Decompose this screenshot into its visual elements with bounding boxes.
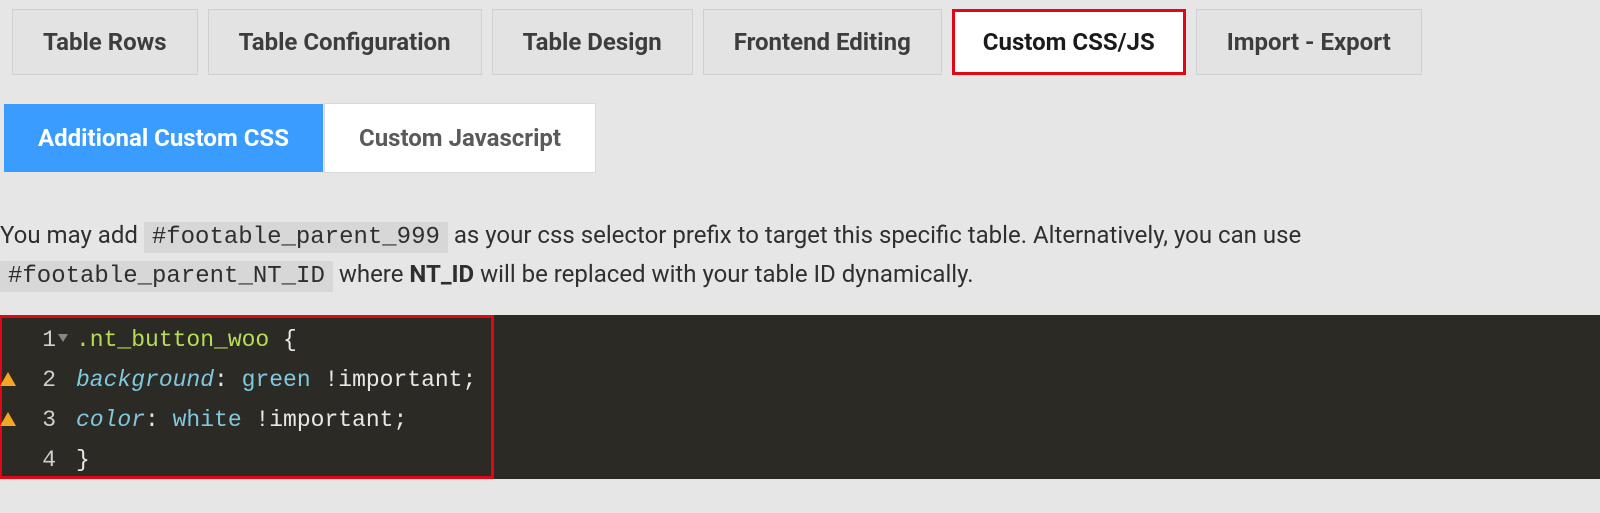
line-number: 3	[38, 400, 56, 440]
gutter-line-2: 2	[2, 360, 56, 400]
css-important: !important;	[311, 367, 477, 393]
css-colon: :	[214, 367, 242, 393]
selector-code-dynamic: #footable_parent_NT_ID	[0, 261, 333, 292]
css-val-white: white	[173, 407, 242, 433]
editor-gutter: 1 2 3 4	[2, 318, 64, 476]
help-mid2: where	[339, 260, 410, 288]
css-prop-background: background	[76, 367, 214, 393]
css-colon: :	[145, 407, 173, 433]
help-lead: You may add	[0, 221, 144, 249]
line-number: 2	[38, 360, 56, 400]
css-code-editor-highlighted[interactable]: 1 2 3 4 .nt_button_woo { background: gre…	[0, 315, 494, 479]
line-number: 1	[38, 320, 56, 360]
gutter-line-3: 3	[2, 400, 56, 440]
nt-id-bold: NT_ID	[409, 260, 474, 288]
tab-frontend-editing[interactable]: Frontend Editing	[703, 9, 942, 75]
css-code-editor[interactable]: 1 2 3 4 .nt_button_woo { background: gre…	[0, 315, 1600, 479]
selector-code-specific: #footable_parent_999	[144, 222, 448, 253]
subtab-custom-javascript[interactable]: Custom Javascript	[324, 103, 596, 173]
css-selector: .nt_button_woo	[76, 327, 269, 353]
help-tail: will be replaced with your table ID dyna…	[480, 260, 973, 288]
gutter-line-4: 4	[2, 440, 56, 480]
tab-import-export[interactable]: Import - Export	[1196, 9, 1422, 75]
editor-code-area[interactable]: .nt_button_woo { background: green !impo…	[64, 318, 491, 476]
css-brace-close: }	[76, 447, 90, 473]
fold-icon[interactable]	[58, 334, 68, 342]
tab-table-design[interactable]: Table Design	[492, 9, 693, 75]
tab-table-rows[interactable]: Table Rows	[12, 9, 198, 75]
help-mid1: as your css selector prefix to target th…	[454, 221, 1301, 249]
help-text: You may add #footable_parent_999 as your…	[0, 173, 1600, 315]
tab-table-configuration[interactable]: Table Configuration	[208, 9, 482, 75]
css-brace-open: {	[269, 327, 297, 353]
warning-icon	[0, 412, 16, 426]
subtab-additional-custom-css[interactable]: Additional Custom CSS	[3, 103, 324, 173]
gutter-line-1: 1	[2, 320, 56, 360]
tab-custom-css-js[interactable]: Custom CSS/JS	[952, 9, 1186, 75]
top-tab-bar: Table Rows Table Configuration Table Des…	[0, 0, 1600, 75]
css-val-green: green	[242, 367, 311, 393]
warning-icon	[0, 372, 16, 386]
css-important: !important;	[242, 407, 408, 433]
css-prop-color: color	[76, 407, 145, 433]
line-number: 4	[38, 440, 56, 480]
editor-empty-area[interactable]	[494, 315, 1600, 479]
sub-tab-bar: Additional Custom CSS Custom Javascript	[0, 103, 1600, 173]
